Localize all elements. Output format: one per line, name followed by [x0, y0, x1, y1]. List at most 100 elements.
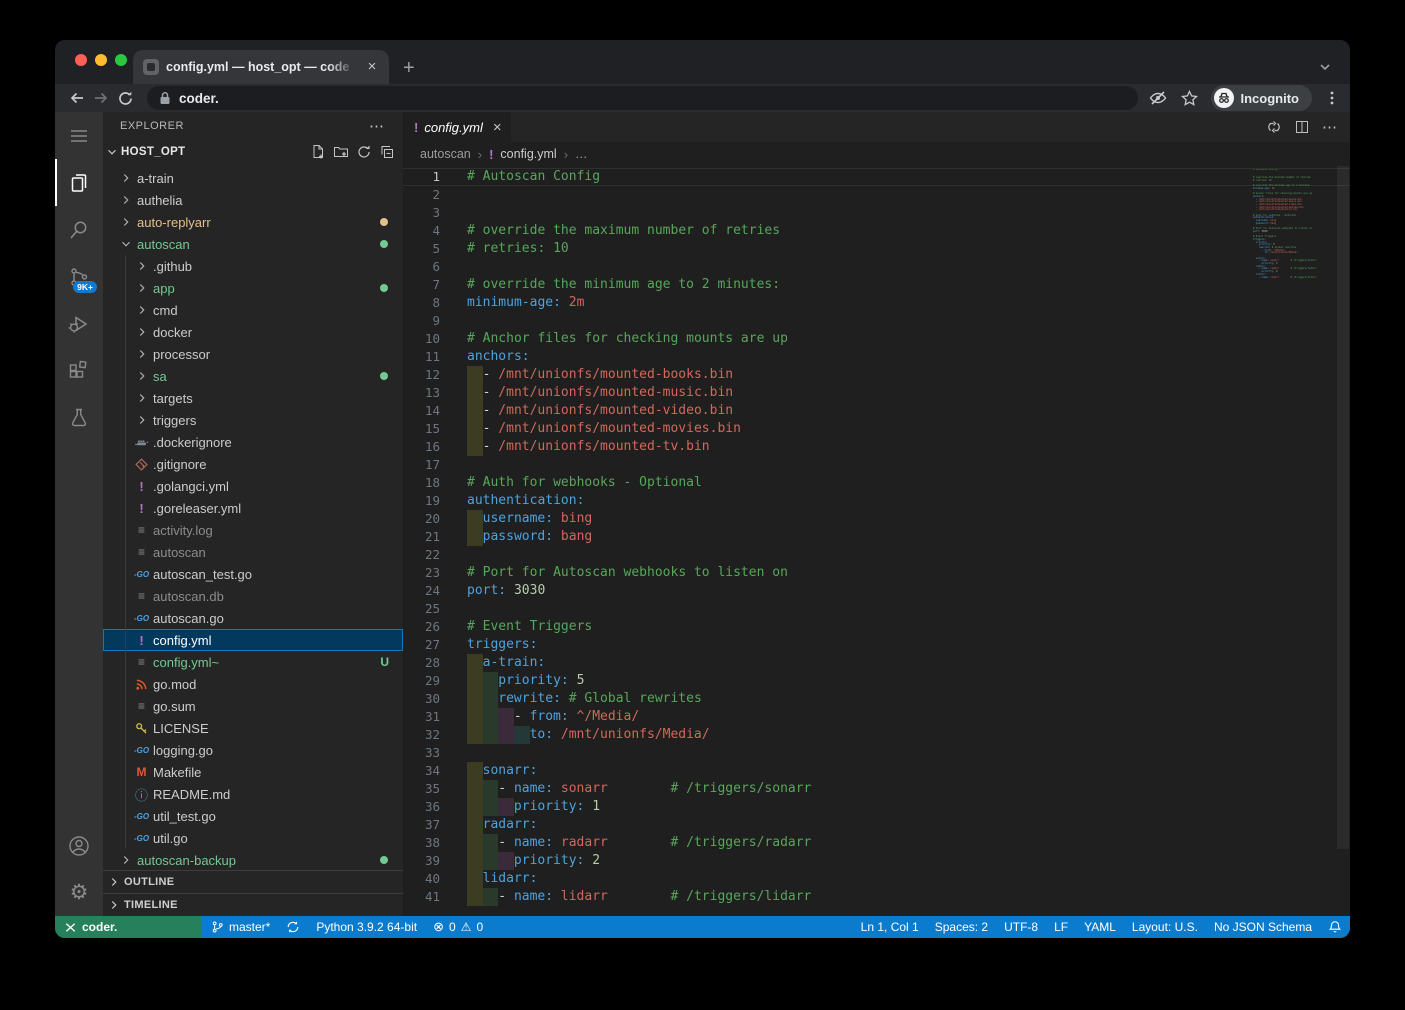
- tree-file-go-mod[interactable]: go.mod: [103, 673, 403, 695]
- tree-folder-autoscan-backup[interactable]: autoscan-backup: [103, 849, 403, 870]
- tree-item-label: config.yml: [153, 633, 212, 648]
- close-window-button[interactable]: [75, 54, 87, 66]
- code-line-28: 28a-train:: [403, 654, 1350, 672]
- git-branch-status[interactable]: master*: [203, 916, 278, 938]
- tree-file-license[interactable]: LICENSE: [103, 717, 403, 739]
- tree-file-util-go[interactable]: -GOutil.go: [103, 827, 403, 849]
- tree-folder-app[interactable]: app: [103, 277, 403, 299]
- tree-folder-auto-replyarr[interactable]: auto-replyarr: [103, 211, 403, 233]
- notifications-bell[interactable]: [1320, 916, 1350, 938]
- branch-label: master*: [229, 920, 270, 934]
- activity-item-extensions[interactable]: [55, 347, 103, 394]
- breadcrumb-symbol[interactable]: …: [575, 147, 588, 161]
- tab-list-caret-icon[interactable]: [1318, 60, 1332, 74]
- activity-item-testing[interactable]: [55, 394, 103, 441]
- sync-button[interactable]: [278, 916, 308, 938]
- line-content: [440, 186, 467, 204]
- tree-folder-docker[interactable]: docker: [103, 321, 403, 343]
- activity-item-settings[interactable]: ⚙: [55, 869, 103, 916]
- eol-sequence[interactable]: LF: [1046, 916, 1076, 938]
- editor-actions: ⋯: [1266, 118, 1338, 136]
- timeline-section[interactable]: TIMELINE: [103, 893, 403, 916]
- scrollbar-slider[interactable]: [1337, 166, 1349, 849]
- zoom-window-button[interactable]: [115, 54, 127, 66]
- tree-file-autoscan[interactable]: ≡autoscan: [103, 541, 403, 563]
- tree-file-readme-md[interactable]: ⓘREADME.md: [103, 783, 403, 805]
- tree-file-go-sum[interactable]: ≡go.sum: [103, 695, 403, 717]
- python-version-status[interactable]: Python 3.9.2 64-bit: [308, 916, 425, 938]
- tree-folder--github[interactable]: .github: [103, 255, 403, 277]
- code-line-36: 36priority: 1: [403, 798, 1350, 816]
- reload-button[interactable]: [113, 86, 137, 110]
- tree-folder-triggers[interactable]: triggers: [103, 409, 403, 431]
- tree-file--goreleaser-yml[interactable]: !.goreleaser.yml: [103, 497, 403, 519]
- line-content: - /mnt/unionfs/mounted-music.bin: [440, 384, 733, 402]
- incognito-label: Incognito: [1241, 91, 1300, 106]
- editor-tab-config-yml[interactable]: ! config.yml ×: [403, 112, 511, 142]
- explorer-more-icon[interactable]: ⋯: [369, 117, 385, 135]
- json-schema[interactable]: No JSON Schema: [1206, 916, 1320, 938]
- line-number: 7: [403, 276, 440, 294]
- tree-folder-autoscan[interactable]: autoscan: [103, 233, 403, 255]
- tree-file--gitignore[interactable]: .gitignore: [103, 453, 403, 475]
- address-bar[interactable]: coder.: [147, 86, 1138, 110]
- breadcrumb-file[interactable]: config.yml: [500, 147, 556, 161]
- code-line-13: 13- /mnt/unionfs/mounted-music.bin: [403, 384, 1350, 402]
- close-tab-icon[interactable]: ×: [363, 58, 381, 76]
- tree-file-makefile[interactable]: MMakefile: [103, 761, 403, 783]
- tree-folder-sa[interactable]: sa: [103, 365, 403, 387]
- browser-tab[interactable]: config.yml — host_opt — code ×: [133, 50, 389, 84]
- tree-file-activity-log[interactable]: ≡activity.log: [103, 519, 403, 541]
- language-mode[interactable]: YAML: [1076, 916, 1124, 938]
- tree-file--golangci-yml[interactable]: !.golangci.yml: [103, 475, 403, 497]
- tree-file--dockerignore[interactable]: .dockerignore: [103, 431, 403, 453]
- tree-file-util-test-go[interactable]: -GOutil_test.go: [103, 805, 403, 827]
- back-button[interactable]: [65, 86, 89, 110]
- split-editor-icon[interactable]: [1294, 119, 1310, 135]
- new-file-icon[interactable]: [310, 144, 326, 160]
- new-folder-icon[interactable]: [333, 144, 349, 160]
- bookmark-star-icon[interactable]: [1180, 89, 1199, 108]
- collapse-all-icon[interactable]: [379, 144, 395, 160]
- keyboard-layout[interactable]: Layout: U.S.: [1124, 916, 1206, 938]
- incognito-badge[interactable]: Incognito: [1211, 85, 1313, 111]
- tree-file-config-yml[interactable]: !config.yml: [103, 629, 403, 651]
- tree-folder-a-train[interactable]: a-train: [103, 167, 403, 189]
- activity-item-source-control[interactable]: 9K+: [55, 253, 103, 300]
- breadcrumb-folder[interactable]: autoscan: [420, 147, 471, 161]
- tree-file-logging-go[interactable]: -GOlogging.go: [103, 739, 403, 761]
- line-number: 2: [403, 186, 440, 204]
- browser-menu-icon[interactable]: [1324, 90, 1340, 106]
- open-changes-icon[interactable]: [1266, 119, 1282, 135]
- forward-button[interactable]: [89, 86, 113, 110]
- tree-file-autoscan-test-go[interactable]: -GOautoscan_test.go: [103, 563, 403, 585]
- outline-section[interactable]: OUTLINE: [103, 870, 403, 893]
- editor-scrollbar[interactable]: [1336, 166, 1350, 916]
- tree-folder-targets[interactable]: targets: [103, 387, 403, 409]
- encoding[interactable]: UTF-8: [996, 916, 1046, 938]
- refresh-icon[interactable]: [356, 144, 372, 160]
- workspace-root-row[interactable]: HOST_OPT: [103, 140, 403, 164]
- problems-status[interactable]: ⊗ 0 ⚠ 0: [425, 916, 491, 938]
- password-eye-off-icon[interactable]: [1148, 88, 1168, 108]
- tree-folder-processor[interactable]: processor: [103, 343, 403, 365]
- more-actions-icon[interactable]: ⋯: [1322, 118, 1338, 136]
- activity-item-search[interactable]: [55, 206, 103, 253]
- activity-item-menu[interactable]: [55, 112, 103, 159]
- new-tab-button[interactable]: +: [403, 58, 415, 78]
- tree-item-label: .github: [153, 259, 192, 274]
- close-editor-icon[interactable]: ×: [493, 119, 502, 136]
- tree-file-config-yml-[interactable]: ≡config.yml~U: [103, 651, 403, 673]
- tree-file-autoscan-go[interactable]: -GOautoscan.go: [103, 607, 403, 629]
- remote-indicator[interactable]: coder.: [55, 916, 201, 938]
- tree-file-autoscan-db[interactable]: ≡autoscan.db: [103, 585, 403, 607]
- tree-folder-authelia[interactable]: authelia: [103, 189, 403, 211]
- activity-item-run-debug[interactable]: [55, 300, 103, 347]
- minimize-window-button[interactable]: [95, 54, 107, 66]
- indentation[interactable]: Spaces: 2: [927, 916, 996, 938]
- activity-item-explorer[interactable]: [55, 159, 103, 206]
- code-editor[interactable]: 1# Autoscan Config234# override the maxi…: [403, 166, 1350, 916]
- cursor-position[interactable]: Ln 1, Col 1: [853, 916, 927, 938]
- activity-item-account[interactable]: [55, 822, 103, 869]
- tree-folder-cmd[interactable]: cmd: [103, 299, 403, 321]
